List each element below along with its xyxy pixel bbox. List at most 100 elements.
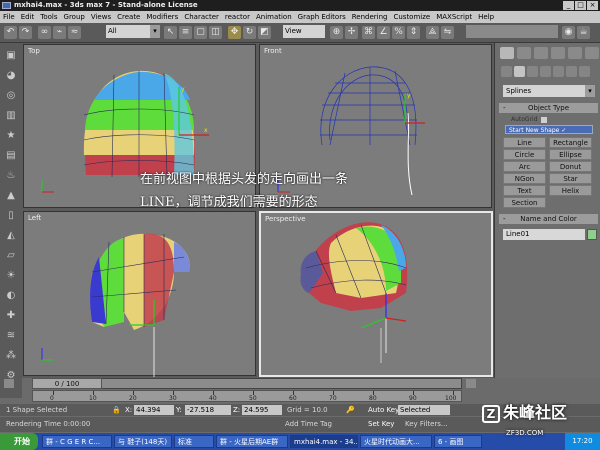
menu-character[interactable]: Character [184, 13, 219, 21]
box-icon[interactable]: ▤ [4, 149, 18, 163]
spacewarp-icon[interactable]: ≋ [4, 329, 18, 343]
z-coordinate-field[interactable]: 24.595 [242, 405, 282, 415]
menu-views[interactable]: Views [91, 13, 111, 21]
pivot-center-icon[interactable]: ⊕ [330, 26, 343, 39]
geometry-icon[interactable] [501, 66, 512, 77]
select-link-icon[interactable]: ∞ [38, 26, 51, 39]
lock-icon[interactable]: 🔒 [112, 404, 121, 416]
arc-button[interactable]: Arc [503, 161, 546, 172]
select-scale-icon[interactable]: ◩ [258, 26, 271, 39]
particle-icon[interactable]: ⁂ [4, 349, 18, 363]
modify-tab-icon[interactable] [517, 47, 531, 59]
menu-group[interactable]: Group [64, 13, 85, 21]
cone-icon[interactable]: ▲ [4, 189, 18, 203]
motion-tab-icon[interactable] [551, 47, 565, 59]
auto-key-button[interactable]: Auto Key [368, 404, 399, 416]
mirror-icon[interactable]: ⇋ [441, 26, 454, 39]
redo-icon[interactable]: ↷ [19, 26, 32, 39]
circle-button[interactable]: Circle [503, 149, 546, 160]
prev-frame-icon[interactable] [4, 379, 14, 388]
helix-button[interactable]: Helix [549, 185, 592, 196]
bind-space-warp-icon[interactable]: ≈ [68, 26, 81, 39]
sphere-icon[interactable]: ◕ [4, 69, 18, 83]
donut-button[interactable]: Donut [549, 161, 592, 172]
menu-edit[interactable]: Edit [21, 13, 35, 21]
taskbar-item[interactable]: 标准 [174, 435, 214, 448]
key-filters-button[interactable]: Key Filters... [405, 417, 448, 432]
select-rotate-icon[interactable]: ↻ [243, 26, 256, 39]
next-frame-icon[interactable] [466, 379, 476, 388]
track-bar[interactable]: 0 10 20 30 40 50 60 70 80 90 100 [32, 390, 462, 402]
taskbar-item[interactable]: 群 - 火星后期AE群 [216, 435, 288, 448]
camera-icon[interactable]: ◐ [4, 289, 18, 303]
y-coordinate-field[interactable]: -27.518 [185, 405, 231, 415]
percent-snap-icon[interactable]: % [392, 26, 405, 39]
text-button[interactable]: Text [503, 185, 546, 196]
named-selection-icon[interactable]: ⟁ [426, 26, 439, 39]
object-name-input[interactable]: Line01 [503, 229, 585, 240]
menu-reactor[interactable]: reactor [225, 13, 250, 21]
menu-file[interactable]: File [3, 13, 15, 21]
ngon-button[interactable]: NGon [503, 173, 546, 184]
x-coordinate-field[interactable]: 44.394 [134, 405, 174, 415]
reference-coordinate-dropdown[interactable]: View [283, 25, 325, 38]
pyramid-icon[interactable]: ◭ [4, 229, 18, 243]
time-slider[interactable]: 0 / 100 [32, 378, 102, 389]
manipulate-icon[interactable]: ✢ [345, 26, 358, 39]
named-selection-set-field[interactable] [466, 25, 558, 38]
rectangle-button[interactable]: Rectangle [549, 137, 592, 148]
undo-icon[interactable]: ↶ [4, 26, 17, 39]
helper-icon[interactable]: ✚ [4, 309, 18, 323]
tube-icon[interactable]: ▯ [4, 209, 18, 223]
cylinder-icon[interactable]: ▥ [4, 109, 18, 123]
menu-maxscript[interactable]: MAXScript [436, 13, 472, 21]
selection-filter-dropdown[interactable]: All ▾ [106, 25, 160, 38]
spinner-snap-icon[interactable]: ⇕ [407, 26, 420, 39]
start-new-shape-toggle[interactable]: Start New Shape ✓ [505, 125, 593, 134]
menu-graph-editors[interactable]: Graph Editors [298, 13, 346, 21]
add-time-tag[interactable]: Add Time Tag [285, 417, 332, 432]
snap-toggle-icon[interactable]: ⌘ [362, 26, 375, 39]
select-object-icon[interactable]: ↖ [164, 26, 177, 39]
space-warps-icon[interactable] [566, 66, 577, 77]
menu-modifiers[interactable]: Modifiers [146, 13, 178, 21]
viewport-left[interactable]: Left [23, 211, 256, 402]
taskbar-item[interactable]: 6 - 画图 [434, 435, 482, 448]
ellipse-button[interactable]: Ellipse [549, 149, 592, 160]
object-category-dropdown[interactable]: Splines ▾ [503, 85, 595, 97]
maximize-button[interactable]: □ [575, 1, 586, 10]
plane-icon[interactable]: ▱ [4, 249, 18, 263]
menu-create[interactable]: Create [117, 13, 140, 21]
start-button[interactable]: 开始 [0, 433, 38, 450]
systems-icon[interactable] [579, 66, 590, 77]
light-icon[interactable]: ☀ [4, 269, 18, 283]
menu-tools[interactable]: Tools [40, 13, 57, 21]
name-color-rollout-header[interactable]: - Name and Color [499, 214, 598, 224]
lights-icon[interactable] [527, 66, 538, 77]
hierarchy-tab-icon[interactable] [534, 47, 548, 59]
utilities-tab-icon[interactable] [585, 47, 599, 59]
menu-help[interactable]: Help [478, 13, 494, 21]
line-button[interactable]: Line [503, 137, 546, 148]
star-icon[interactable]: ★ [4, 129, 18, 143]
minimize-button[interactable]: _ [563, 1, 574, 10]
helpers-icon[interactable] [553, 66, 564, 77]
unlink-icon[interactable]: ⌁ [53, 26, 66, 39]
key-icon[interactable]: 🔑 [346, 404, 355, 416]
menu-rendering[interactable]: Rendering [352, 13, 388, 21]
material-editor-icon[interactable]: ◉ [562, 26, 575, 39]
star-button[interactable]: Star [549, 173, 592, 184]
close-button[interactable]: × [587, 1, 598, 10]
viewport-perspective[interactable]: Perspective [259, 211, 493, 377]
taskbar-item[interactable]: 群 - C G E R C... [42, 435, 112, 448]
select-move-icon[interactable]: ✥ [228, 26, 241, 39]
object-color-swatch[interactable] [587, 229, 597, 240]
menu-customize[interactable]: Customize [393, 13, 430, 21]
torus-icon[interactable]: ◎ [4, 89, 18, 103]
window-crossing-icon[interactable]: ◫ [209, 26, 222, 39]
set-key-button[interactable]: Set Key [368, 417, 394, 432]
menu-animation[interactable]: Animation [256, 13, 292, 21]
taskbar-item[interactable]: 与 鞋子(148天) [114, 435, 172, 448]
display-tab-icon[interactable] [568, 47, 582, 59]
region-select-icon[interactable]: ▢ [194, 26, 207, 39]
